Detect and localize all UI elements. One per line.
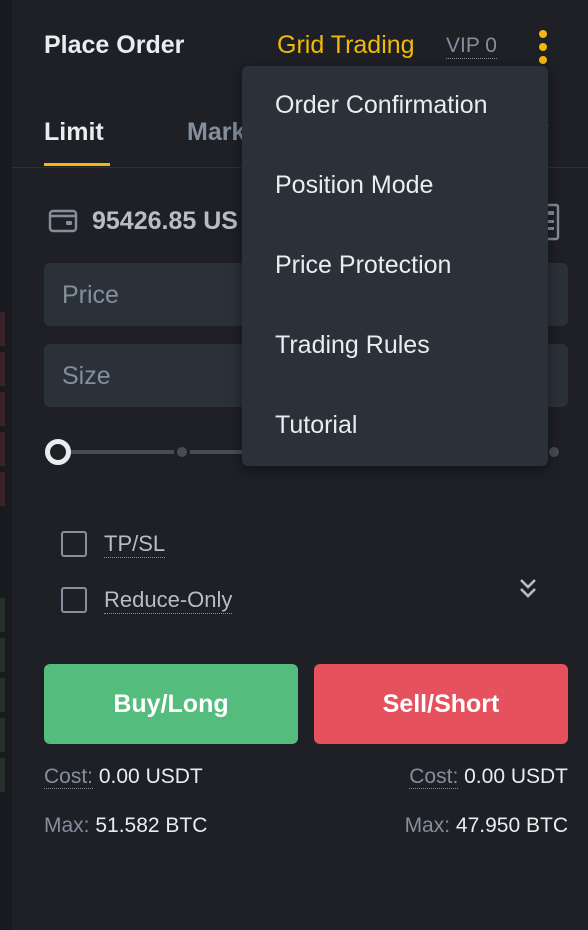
strip-mark <box>0 392 5 426</box>
double-chevron-down-icon[interactable] <box>518 576 538 600</box>
panel-title: Place Order <box>44 31 185 59</box>
menu-item-trading-rules[interactable]: Trading Rules <box>275 331 430 360</box>
available-balance: 95426.85 US <box>92 207 238 235</box>
size-placeholder: Size <box>62 362 111 390</box>
buy-cost-label[interactable]: Cost: <box>44 765 94 789</box>
wallet-icon <box>48 209 78 233</box>
slider-handle[interactable] <box>45 439 71 465</box>
sell-max-value: 47.950 BTC <box>455 814 568 837</box>
active-tab-indicator <box>44 163 110 166</box>
strip-mark <box>0 718 5 752</box>
tpsl-checkbox[interactable] <box>61 531 87 557</box>
menu-item-position-mode[interactable]: Position Mode <box>275 171 433 200</box>
strip-mark <box>0 638 5 672</box>
strip-mark <box>0 352 5 386</box>
buy-cost: Cost: 0.00 USDT <box>44 765 203 789</box>
buy-max-label: Max: <box>44 814 90 837</box>
buy-cost-value: 0.00 USDT <box>98 765 203 788</box>
sell-max-label: Max: <box>404 814 451 837</box>
slider-tick[interactable] <box>174 444 190 460</box>
strip-mark <box>0 472 5 506</box>
strip-mark <box>0 432 5 466</box>
sell-max: Max: 47.950 BTC <box>405 814 568 838</box>
sell-cost-label[interactable]: Cost: <box>409 765 459 789</box>
reduce-only-label[interactable]: Reduce-Only <box>104 587 233 614</box>
buy-max-value: 51.582 BTC <box>95 814 208 837</box>
slider-tick[interactable] <box>546 444 562 460</box>
grid-trading-link[interactable]: Grid Trading <box>277 31 415 60</box>
buy-long-button[interactable]: Buy/Long <box>44 664 298 744</box>
settings-dropdown-menu: Order Confirmation Position Mode Price P… <box>242 66 548 466</box>
reduce-only-checkbox[interactable] <box>61 587 87 613</box>
strip-mark <box>0 312 5 346</box>
sell-cost: Cost: 0.00 USDT <box>409 765 568 789</box>
menu-item-tutorial[interactable]: Tutorial <box>275 411 357 440</box>
menu-item-price-protection[interactable]: Price Protection <box>275 251 451 280</box>
tab-limit[interactable]: Limit <box>44 118 104 147</box>
menu-item-order-confirmation[interactable]: Order Confirmation <box>275 91 488 120</box>
sell-short-button[interactable]: Sell/Short <box>314 664 568 744</box>
strip-mark <box>0 758 5 792</box>
left-edge-strip <box>0 0 12 930</box>
buy-max: Max: 51.582 BTC <box>44 814 207 838</box>
vip-level-badge[interactable]: VIP 0 <box>446 34 497 59</box>
strip-mark <box>0 678 5 712</box>
tab-market[interactable]: Mark <box>187 118 245 147</box>
tpsl-label[interactable]: TP/SL <box>104 531 166 558</box>
sell-cost-value: 0.00 USDT <box>464 765 568 788</box>
strip-mark <box>0 598 5 632</box>
kebab-menu-icon[interactable] <box>532 30 554 64</box>
price-placeholder: Price <box>62 281 119 309</box>
